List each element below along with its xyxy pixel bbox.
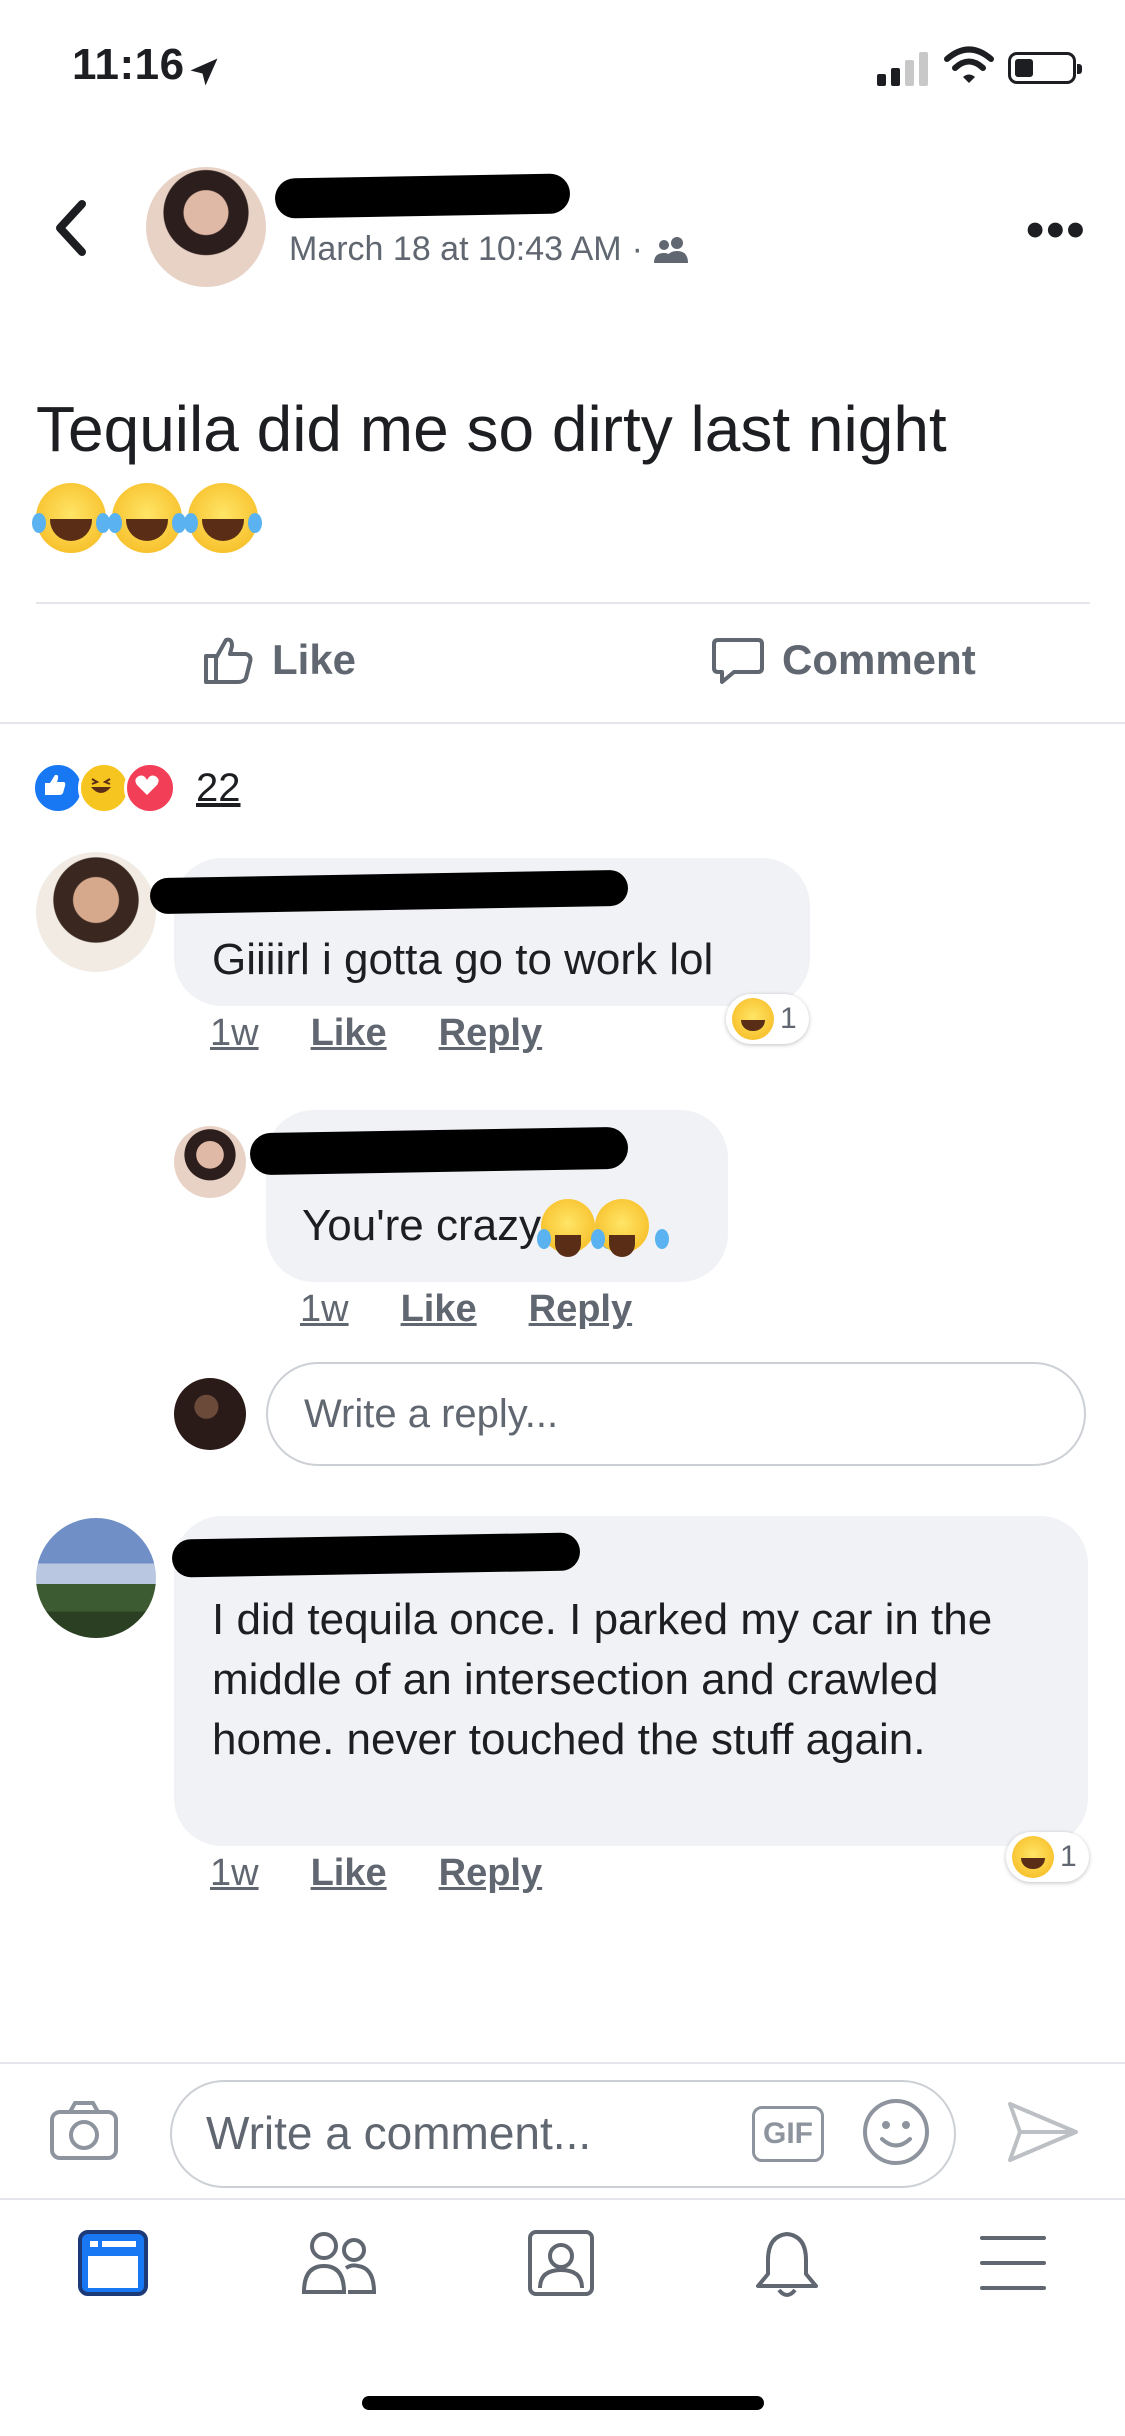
comment-placeholder: Write a comment... [206,2107,592,2159]
reply-reply-link[interactable]: Reply [529,1288,632,1331]
bell-icon[interactable] [752,2228,822,2302]
battery-icon [1008,52,1082,84]
comment-reaction-count: 1 [1060,1840,1077,1873]
comment-reaction-pill[interactable]: 1 [726,994,809,1044]
reactions-summary[interactable]: 22 [32,762,241,814]
redacted-commenter-name [171,1532,581,1578]
comment-reaction-count: 1 [780,1002,797,1035]
home-indicator[interactable] [362,2396,764,2410]
divider [0,2198,1125,2200]
status-time: 11:16 [72,40,185,89]
comment-actions: 1w Like Reply [210,1012,542,1055]
news-feed-icon[interactable] [78,2228,148,2298]
post-meta: March 18 at 10:43 AM · [289,230,691,269]
divider [0,722,1125,724]
comment-button[interactable]: Comment [710,632,976,688]
reply-actions: 1w Like Reply [300,1288,632,1331]
haha-reaction-icon [78,762,130,814]
laughing-emoji-icon [184,483,258,553]
reply-time[interactable]: 1w [300,1288,349,1331]
camera-icon[interactable] [48,2098,120,2162]
like-label: Like [272,636,357,683]
location-arrow-icon [190,58,218,86]
commenter-avatar[interactable] [36,852,156,972]
comment-like-link[interactable]: Like [311,1012,387,1055]
redacted-author-name [274,173,571,219]
commenter-avatar[interactable] [36,1518,156,1638]
comment-label: Comment [782,636,976,683]
post-emoji-row [32,483,258,553]
reply-author-avatar[interactable] [174,1126,246,1198]
haha-reaction-icon [732,998,774,1040]
laughing-emoji-icon [32,483,106,553]
comment-like-link[interactable]: Like [311,1852,387,1895]
comment-reply-link[interactable]: Reply [439,1852,542,1895]
reply-like-link[interactable]: Like [401,1288,477,1331]
signal-icon [877,50,928,86]
laughing-emoji-icon [591,1199,650,1257]
friends-audience-icon[interactable] [653,235,691,265]
redacted-reply-author [249,1126,629,1176]
love-reaction-icon [124,762,176,814]
comment-time[interactable]: 1w [210,1852,259,1895]
comment-actions: 1w Like Reply [210,1852,542,1895]
send-icon[interactable] [1006,2098,1080,2166]
back-chevron-icon[interactable] [48,196,96,260]
laughing-emoji-icon [537,1199,596,1257]
gif-button[interactable]: GIF [752,2106,824,2162]
reply-input[interactable]: Write a reply... [266,1362,1086,1466]
comment-icon [712,638,764,684]
comment-text: Giiiirl i gotta go to work lol [212,935,714,984]
comment-time[interactable]: 1w [210,1012,259,1055]
post-author-avatar[interactable] [146,167,266,287]
laughing-emoji-icon [108,483,182,553]
like-reaction-icon [32,762,84,814]
thumbs-up-icon [204,637,253,684]
comment-reaction-pill[interactable]: 1 [1006,1832,1089,1882]
menu-icon[interactable] [978,2228,1048,2298]
divider [0,2062,1125,2064]
comment-text: I did tequila once. I parked my car in t… [212,1595,993,1764]
meta-separator: · [631,230,643,268]
reaction-count[interactable]: 22 [196,766,241,811]
like-button[interactable]: Like [200,632,356,688]
more-icon[interactable]: ••• [1026,204,1087,256]
current-user-avatar [174,1378,246,1450]
divider [36,602,1090,604]
comment-reply-link[interactable]: Reply [439,1012,542,1055]
friends-icon[interactable] [300,2228,378,2298]
post-date[interactable]: March 18 at 10:43 AM [289,230,622,269]
profile-icon[interactable] [526,2228,596,2298]
wifi-icon [944,46,994,83]
haha-reaction-icon [1012,1836,1054,1878]
post-text: Tequila did me so dirty last night [36,393,947,465]
smile-icon[interactable] [860,2096,932,2168]
reply-text: You're crazy [302,1196,650,1257]
reply-text-content: You're crazy [302,1201,542,1250]
